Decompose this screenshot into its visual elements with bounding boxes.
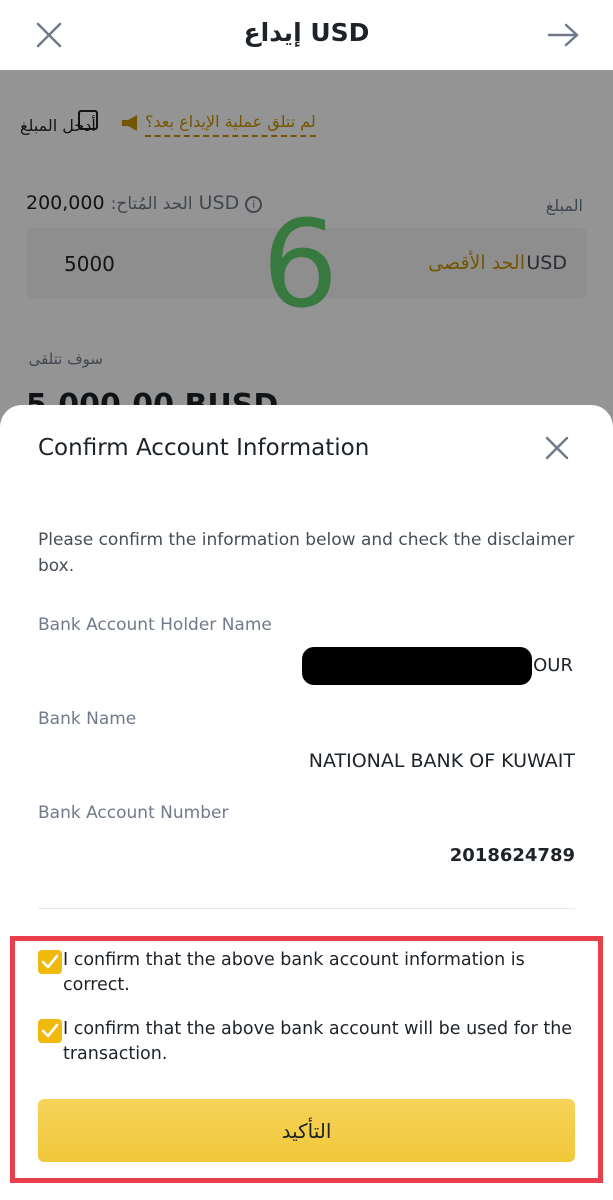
holder-name-label: Bank Account Holder Name <box>38 615 272 635</box>
check-icon <box>41 1023 59 1038</box>
check-icon <box>41 954 59 969</box>
bank-name-value: NATIONAL BANK OF KUWAIT <box>308 750 575 772</box>
confirm-button[interactable]: التأكيد <box>38 1099 575 1162</box>
top-bar: إيداع USD <box>0 0 613 70</box>
bank-name-label: Bank Name <box>38 709 137 729</box>
confirm-usage-checkbox-row[interactable]: I confirm that the above bank account wi… <box>38 1017 578 1067</box>
holder-name-value: OUR <box>533 655 573 676</box>
account-number-value: 2018624789 <box>449 845 575 866</box>
confirm-info-checkbox-row[interactable]: I confirm that the above bank account in… <box>38 948 578 998</box>
sheet-title: Confirm Account Information <box>38 435 370 461</box>
sheet-description: Please confirm the information below and… <box>38 530 575 576</box>
checkbox-label: I confirm that the above bank account in… <box>63 950 525 995</box>
redaction-mark <box>302 647 532 685</box>
checkbox-label: I confirm that the above bank account wi… <box>63 1019 573 1064</box>
arrow-right-icon[interactable] <box>546 20 580 50</box>
account-number-label: Bank Account Number <box>38 803 229 823</box>
close-icon[interactable] <box>544 435 570 461</box>
checkbox[interactable] <box>38 950 62 974</box>
page-title: إيداع USD <box>243 18 370 47</box>
divider <box>38 908 575 909</box>
confirm-account-sheet: Confirm Account Information Please confi… <box>0 405 613 1200</box>
checkbox[interactable] <box>38 1019 62 1043</box>
